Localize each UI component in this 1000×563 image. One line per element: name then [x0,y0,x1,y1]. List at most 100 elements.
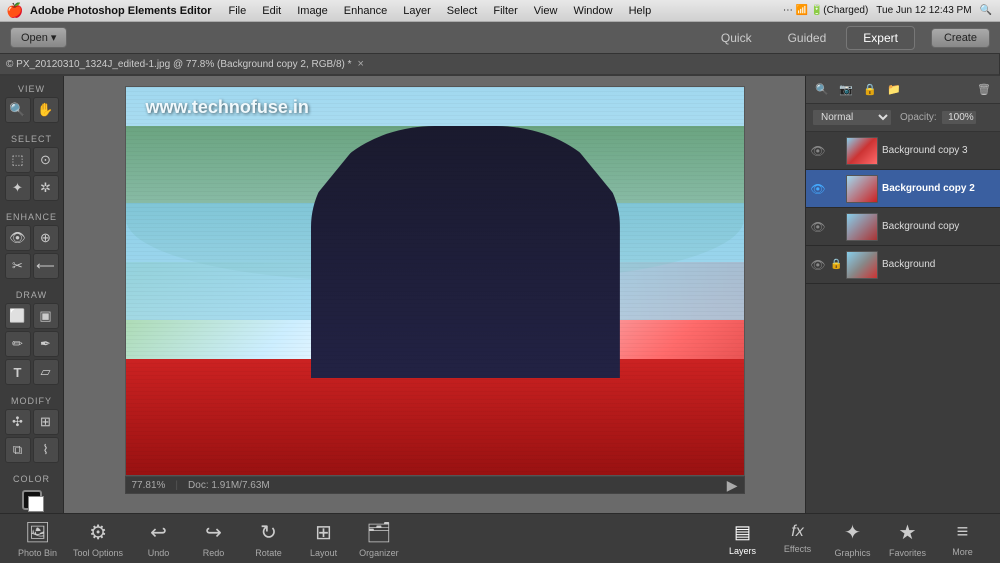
scroll-right-arrow[interactable]: ▶ [727,477,738,494]
menu-help[interactable]: Help [622,4,659,18]
layers-delete-icon[interactable]: 🗑 [974,80,994,100]
tab-quick[interactable]: Quick [705,26,768,50]
effects-button[interactable]: fx Effects [770,519,825,558]
canvas-area: www.technofuse.in 77.81% | Doc: 1.91M/7.… [64,76,805,513]
menu-select[interactable]: Select [440,4,485,18]
clone-tool[interactable]: ✂ [5,253,31,279]
layer-row-bg[interactable]: 👁 🔒 Background [806,246,1000,284]
close-tab-button[interactable]: × [358,58,364,70]
crop-tool[interactable]: ⊞ [33,409,59,435]
layers-icon: ▤ [734,522,751,543]
more-icon: ≡ [957,521,969,544]
menu-filter[interactable]: Filter [486,4,524,18]
menu-layer[interactable]: Layer [396,4,438,18]
photo-bin-button[interactable]: 🖼 Photo Bin [10,516,65,562]
create-button[interactable]: Create [931,28,990,48]
rotate-button[interactable]: ↻ Rotate [241,516,296,562]
layers-camera-icon[interactable]: 📷 [836,80,856,100]
layout-button[interactable]: ⊞ Layout [296,516,351,562]
layers-lock-icon[interactable]: 🔒 [860,80,880,100]
layer-thumb-bg-copy-2 [846,175,878,203]
color-tools [19,487,45,513]
menu-view[interactable]: View [527,4,565,18]
search-icon[interactable]: 🔍 [980,5,992,16]
layer-row-bg-copy[interactable]: 👁 Background copy [806,208,1000,246]
lasso-tool[interactable]: ⊙ [33,147,59,173]
modify-section-label: MODIFY [11,396,52,406]
move-tool[interactable]: ✣ [5,409,31,435]
more-button[interactable]: ≡ More [935,517,990,561]
status-bar: ⋯ 📶 🔋(Charged) Tue Jun 12 12:43 PM 🔍 [783,5,1000,16]
layer-name-bg: Background [882,259,996,270]
apple-menu[interactable]: 🍎 [0,2,30,19]
tool-options-button[interactable]: ⚙ Tool Options [65,516,131,562]
foreground-color[interactable] [22,490,42,510]
layers-folder-icon[interactable]: 📁 [884,80,904,100]
red-eye-tool[interactable]: 👁 [5,225,31,251]
magic-wand-tool[interactable]: ✲ [33,175,59,201]
layer-row-bg-copy-2[interactable]: 👁 Background copy 2 [806,170,1000,208]
layer-visibility-bg-copy-3[interactable]: 👁 [810,144,826,158]
straighten-tool[interactable]: ⌇ [33,437,59,463]
document-title: © PX_20120310_1324J_edited-1.jpg @ 77.8%… [6,59,352,70]
shape-tool[interactable]: ▱ [33,359,59,385]
tool-options-label: Tool Options [73,548,123,558]
canvas-person [311,126,620,378]
layer-visibility-bg-copy-2[interactable]: 👁 [810,182,826,196]
undo-button[interactable]: ↩ Undo [131,516,186,562]
layer-row-bg-copy-3[interactable]: 👁 Background copy 3 [806,132,1000,170]
redo-icon: ↪ [205,520,222,545]
hand-tool[interactable]: ✋ [33,97,59,123]
opacity-label: Opacity: [900,112,937,123]
favorites-button[interactable]: ★ Favorites [880,516,935,562]
canvas-watermark: www.technofuse.in [146,97,309,118]
menu-file[interactable]: File [222,4,254,18]
redo-button[interactable]: ↪ Redo [186,516,241,562]
quick-select-tool[interactable]: ✦ [5,175,31,201]
menu-image[interactable]: Image [290,4,335,18]
organizer-label: Organizer [359,548,399,558]
menu-edit[interactable]: Edit [255,4,288,18]
canvas-image[interactable]: www.technofuse.in [125,86,745,476]
menu-window[interactable]: Window [566,4,619,18]
fill-tool[interactable]: ▣ [33,303,59,329]
pencil-tool[interactable]: ✒ [33,331,59,357]
enhance-tools-2: ✂ ⟵ [5,253,59,279]
layer-visibility-bg-copy[interactable]: 👁 [810,220,826,234]
select-tools-2: ✦ ✲ [5,175,59,201]
brush-tool[interactable]: ✏ [5,331,31,357]
clock: Tue Jun 12 12:43 PM [876,5,971,16]
tab-expert[interactable]: Expert [846,26,915,50]
app-title: Adobe Photoshop Elements Editor [30,5,212,17]
graphics-button[interactable]: ✦ Graphics [825,516,880,562]
blend-mode-select[interactable]: Normal [812,109,892,126]
view-modes: Quick Guided Expert [705,26,915,50]
open-button[interactable]: Open ▾ [10,27,67,48]
text-tool[interactable]: T [5,359,31,385]
layout-label: Layout [310,548,337,558]
healing-tool[interactable]: ⊕ [33,225,59,251]
organizer-button[interactable]: 🗂 Organizer [351,516,407,562]
color-section-label: COLOR [13,474,50,484]
draw-tools-1: ⬜ ▣ [5,303,59,329]
layers-search-icon[interactable]: 🔍 [812,80,832,100]
recompose-tool[interactable]: ⧉ [5,437,31,463]
menu-enhance[interactable]: Enhance [337,4,394,18]
marquee-tool[interactable]: ⬚ [5,147,31,173]
more-label: More [952,547,973,557]
smart-brush-tool[interactable]: ⟵ [33,253,59,279]
opacity-input[interactable] [941,110,977,125]
graphics-label: Graphics [834,548,870,558]
layer-visibility-bg[interactable]: 👁 [810,258,826,272]
zoom-tool[interactable]: 🔍 [5,97,31,123]
draw-section-label: DRAW [16,290,47,300]
bottom-toolbar: 🖼 Photo Bin ⚙ Tool Options ↩ Undo ↪ Redo… [0,513,1000,563]
eraser-tool[interactable]: ⬜ [5,303,31,329]
zoom-level: 77.81% [132,480,166,491]
view-section-label: VIEW [18,84,45,94]
layers-button[interactable]: ▤ Layers [715,518,770,560]
tab-guided[interactable]: Guided [772,26,843,50]
modify-tools-1: ✣ ⊞ [5,409,59,435]
document-tab[interactable]: © PX_20120310_1324J_edited-1.jpg @ 77.8%… [0,54,1000,76]
menubar: 🍎 Adobe Photoshop Elements Editor File E… [0,0,1000,22]
